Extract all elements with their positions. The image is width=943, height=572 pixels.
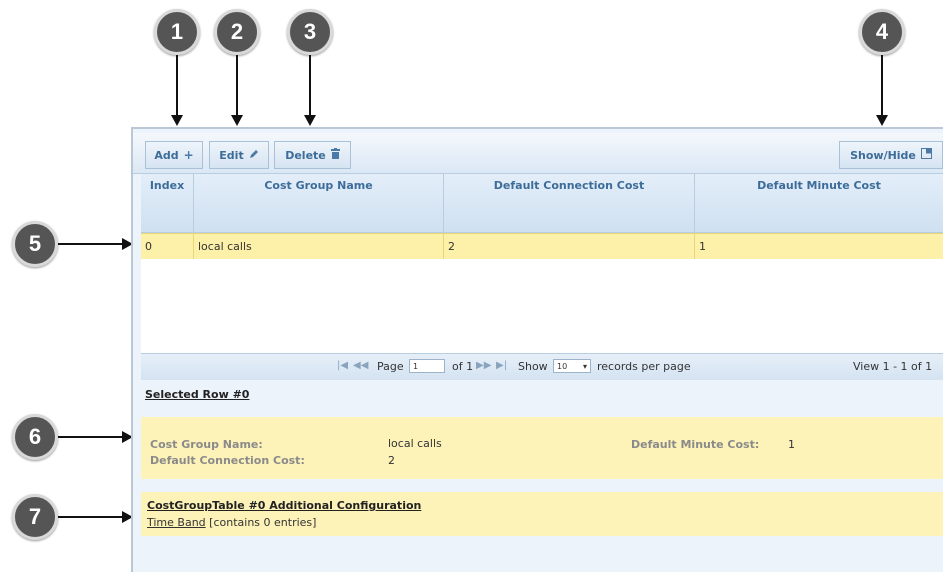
default-minute-cost-label: Default Minute Cost: (631, 438, 760, 451)
edit-button[interactable]: Edit (209, 141, 269, 169)
cell-cost-group-name: local calls (194, 234, 444, 259)
prev-page-icon[interactable]: ◀◀ (353, 360, 368, 371)
default-connection-cost-label: Default Connection Cost: (150, 454, 305, 467)
cost-group-panel: Add + Edit Delete Show/Hide Index Cost G… (131, 127, 943, 572)
additional-config-entry: Time Band [contains 0 entries] (147, 516, 316, 529)
callout-3-line (309, 55, 311, 117)
cell-index: 0 (141, 234, 194, 259)
view-count: View 1 - 1 of 1 (853, 360, 933, 373)
columns-icon (920, 148, 932, 162)
callout-5: 5 (12, 221, 58, 267)
callout-1-line (176, 55, 178, 117)
next-page-icon[interactable]: ▶▶ (476, 360, 491, 371)
cell-default-minute-cost: 1 (699, 240, 706, 253)
callout-6: 6 (12, 414, 58, 460)
table-row[interactable]: 0 local calls 2 1 (141, 233, 943, 260)
table-empty-area (141, 259, 943, 353)
show-label: Show (518, 360, 548, 373)
callout-7: 7 (12, 494, 58, 540)
table-header: Index Cost Group Name Default Connection… (141, 174, 943, 233)
callout-3: 3 (287, 9, 333, 55)
page-of-label: of 1 (452, 360, 474, 373)
callout-2-line (236, 55, 238, 117)
show-hide-label: Show/Hide (850, 148, 916, 162)
page-label: Page (377, 360, 404, 373)
edit-label: Edit (219, 148, 244, 162)
callout-5-line (58, 243, 124, 245)
column-header-default-minute-cost[interactable]: Default Minute Cost (695, 174, 943, 232)
callout-4-line (881, 55, 883, 117)
show-hide-button[interactable]: Show/Hide (839, 141, 943, 169)
chevron-down-icon: ▾ (582, 362, 587, 371)
add-label: Add (154, 148, 179, 162)
column-header-cost-group-name[interactable]: Cost Group Name (194, 174, 444, 232)
delete-label: Delete (285, 148, 326, 162)
callout-7-line (58, 516, 124, 518)
cost-group-name-value: local calls (388, 437, 442, 450)
toolbar: Add + Edit Delete Show/Hide (133, 133, 943, 174)
additional-config-title: CostGroupTable #0 Additional Configurati… (147, 499, 422, 512)
records-per-page-select[interactable]: 10 ▾ (553, 359, 591, 373)
records-per-page-label: records per page (597, 360, 691, 373)
last-page-icon[interactable]: ▶| (496, 360, 507, 371)
time-band-count: [contains 0 entries] (209, 516, 317, 529)
trash-icon (330, 148, 340, 162)
time-band-link[interactable]: Time Band (147, 516, 206, 529)
pager: |◀ ◀◀ Page 1 of 1 ▶▶ ▶| Show 10 ▾ records… (141, 353, 943, 380)
selected-row-details: Cost Group Name: local calls Default Con… (141, 417, 943, 479)
page-input[interactable]: 1 (409, 359, 445, 373)
cost-group-name-label: Cost Group Name: (150, 438, 263, 451)
default-connection-cost-value: 2 (388, 454, 395, 467)
add-button[interactable]: Add + (145, 141, 203, 169)
callout-2: 2 (214, 9, 260, 55)
callout-1: 1 (154, 9, 200, 55)
callout-3-arrowhead (304, 115, 316, 126)
records-per-page-value: 10 (557, 362, 568, 371)
column-header-default-connection-cost[interactable]: Default Connection Cost (444, 174, 695, 232)
plus-icon: + (183, 148, 194, 162)
callout-2-arrowhead (231, 115, 243, 126)
delete-button[interactable]: Delete (274, 141, 351, 169)
selected-row-title: Selected Row #0 (145, 388, 250, 401)
column-header-index[interactable]: Index (141, 174, 194, 232)
first-page-icon[interactable]: |◀ (337, 360, 348, 371)
callout-1-arrowhead (171, 115, 183, 126)
cell-default-connection-cost: 2 (444, 234, 695, 259)
additional-configuration: CostGroupTable #0 Additional Configurati… (141, 492, 943, 536)
callout-4-arrowhead (876, 115, 888, 126)
callout-6-line (58, 436, 124, 438)
default-minute-cost-value: 1 (788, 438, 795, 451)
callout-4: 4 (859, 9, 905, 55)
pencil-icon (249, 148, 259, 162)
